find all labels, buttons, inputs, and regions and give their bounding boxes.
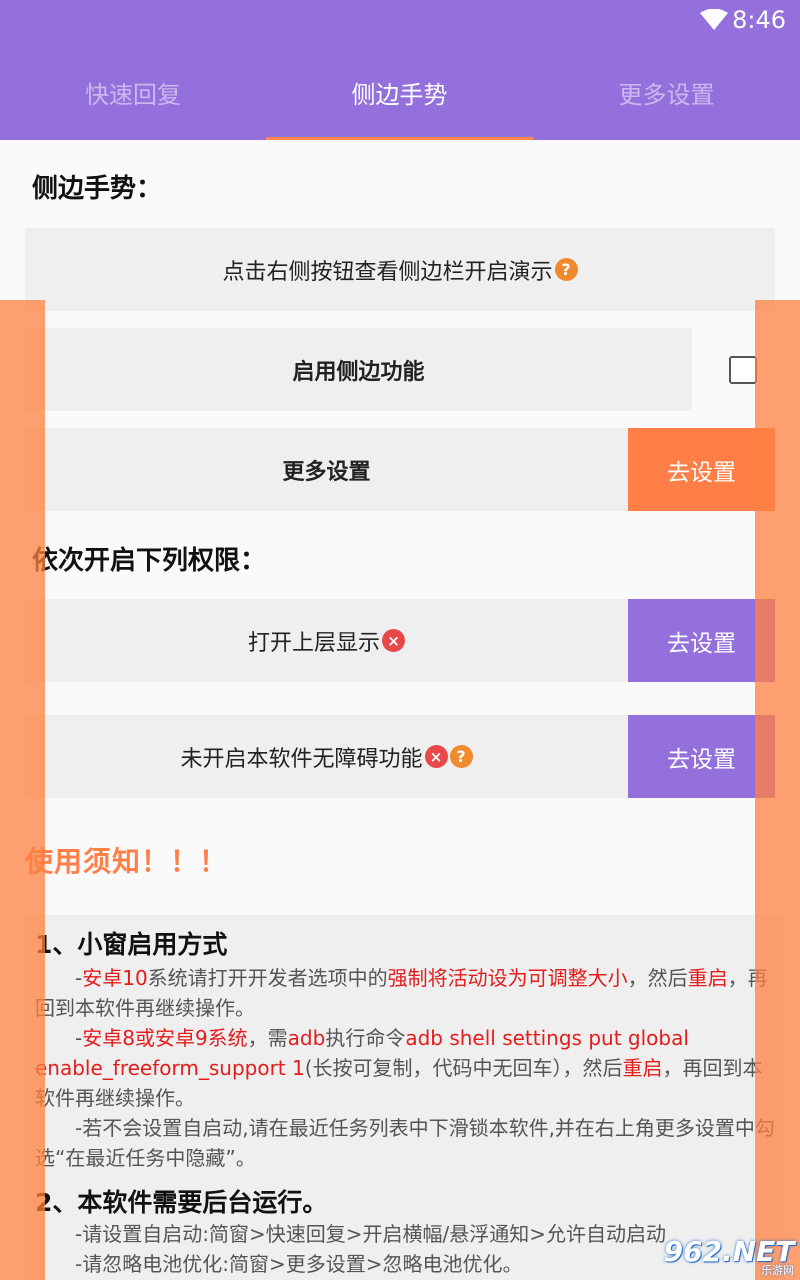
watermark-sub: 乐游网 (761, 1264, 794, 1277)
help-icon[interactable]: ? (554, 258, 578, 281)
status-bar: 8:46 (0, 0, 800, 44)
wifi-icon (700, 9, 728, 30)
more-settings-go-button[interactable]: 去设置 (628, 428, 775, 511)
usage-paragraph-1: -安卓10系统请打开开发者选项中的强制将活动设为可调整大小，然后重启，再回到本软… (35, 966, 768, 1020)
demo-hint-text: 点击右侧按钮查看侧边栏开启演示 (222, 259, 553, 285)
notice-title: 使用须知！！！ (25, 845, 229, 878)
enable-side-row: 启用侧边功能 (25, 328, 692, 411)
usage-paragraph-3: -若不会设置自启动,请在最近任务列表中下滑锁本软件,并在右上角更多设置中勾选“在… (35, 1116, 775, 1170)
accessibility-go-button[interactable]: 去设置 (628, 715, 775, 798)
tab-label: 侧边手势 (351, 80, 448, 109)
tab-more-settings[interactable]: 更多设置 (533, 44, 800, 140)
demo-hint-row[interactable]: 点击右侧按钮查看侧边栏开启演示 ? (25, 228, 775, 311)
usage-paragraph-2: -安卓8或安卓9系统，需adb执行命令adb shell settings pu… (35, 1026, 763, 1110)
permission-label: 打开上层显示 (247, 630, 380, 656)
help-icon[interactable]: ? (449, 745, 473, 768)
permission-row-overlay: 打开上层显示 × (25, 599, 628, 682)
side-gesture-title: 侧边手势： (32, 174, 163, 204)
main-content: 侧边手势： 点击右侧按钮查看侧边栏开启演示 ? 启用侧边功能 更多设置 去设置 … (0, 140, 800, 1280)
error-icon: × (424, 745, 448, 768)
section-1-title: 1、小窗启用方式 (35, 930, 228, 959)
tab-quick-reply[interactable]: 快速回复 (0, 44, 266, 140)
tab-bar: 快速回复 侧边手势 更多设置 (0, 44, 800, 140)
status-time: 8:46 (732, 6, 786, 34)
overlay-go-button[interactable]: 去设置 (628, 599, 775, 682)
permission-label: 未开启本软件无障碍功能 (180, 746, 423, 772)
tab-side-gesture[interactable]: 侧边手势 (266, 44, 533, 140)
site-watermark: 962.NET 乐游网 (664, 1230, 795, 1278)
button-label: 去设置 (667, 459, 736, 486)
section-2-title: 2、本软件需要后台运行。 (35, 1188, 328, 1217)
button-label: 去设置 (667, 630, 736, 657)
tab-label: 更多设置 (618, 80, 715, 109)
button-label: 去设置 (667, 746, 736, 773)
enable-side-label: 启用侧边功能 (292, 359, 425, 385)
enable-side-checkbox[interactable] (729, 356, 757, 384)
tab-label: 快速回复 (85, 80, 181, 109)
permissions-title: 依次开启下列权限： (32, 546, 267, 576)
usage-info-panel: 1、小窗启用方式 -安卓10系统请打开开发者选项中的强制将活动设为可调整大小，然… (25, 915, 785, 1280)
more-settings-label: 更多设置 (282, 459, 371, 485)
error-icon: × (382, 629, 405, 652)
permission-row-accessibility: 未开启本软件无障碍功能 × ? (25, 715, 628, 798)
more-settings-row: 更多设置 (25, 428, 628, 511)
